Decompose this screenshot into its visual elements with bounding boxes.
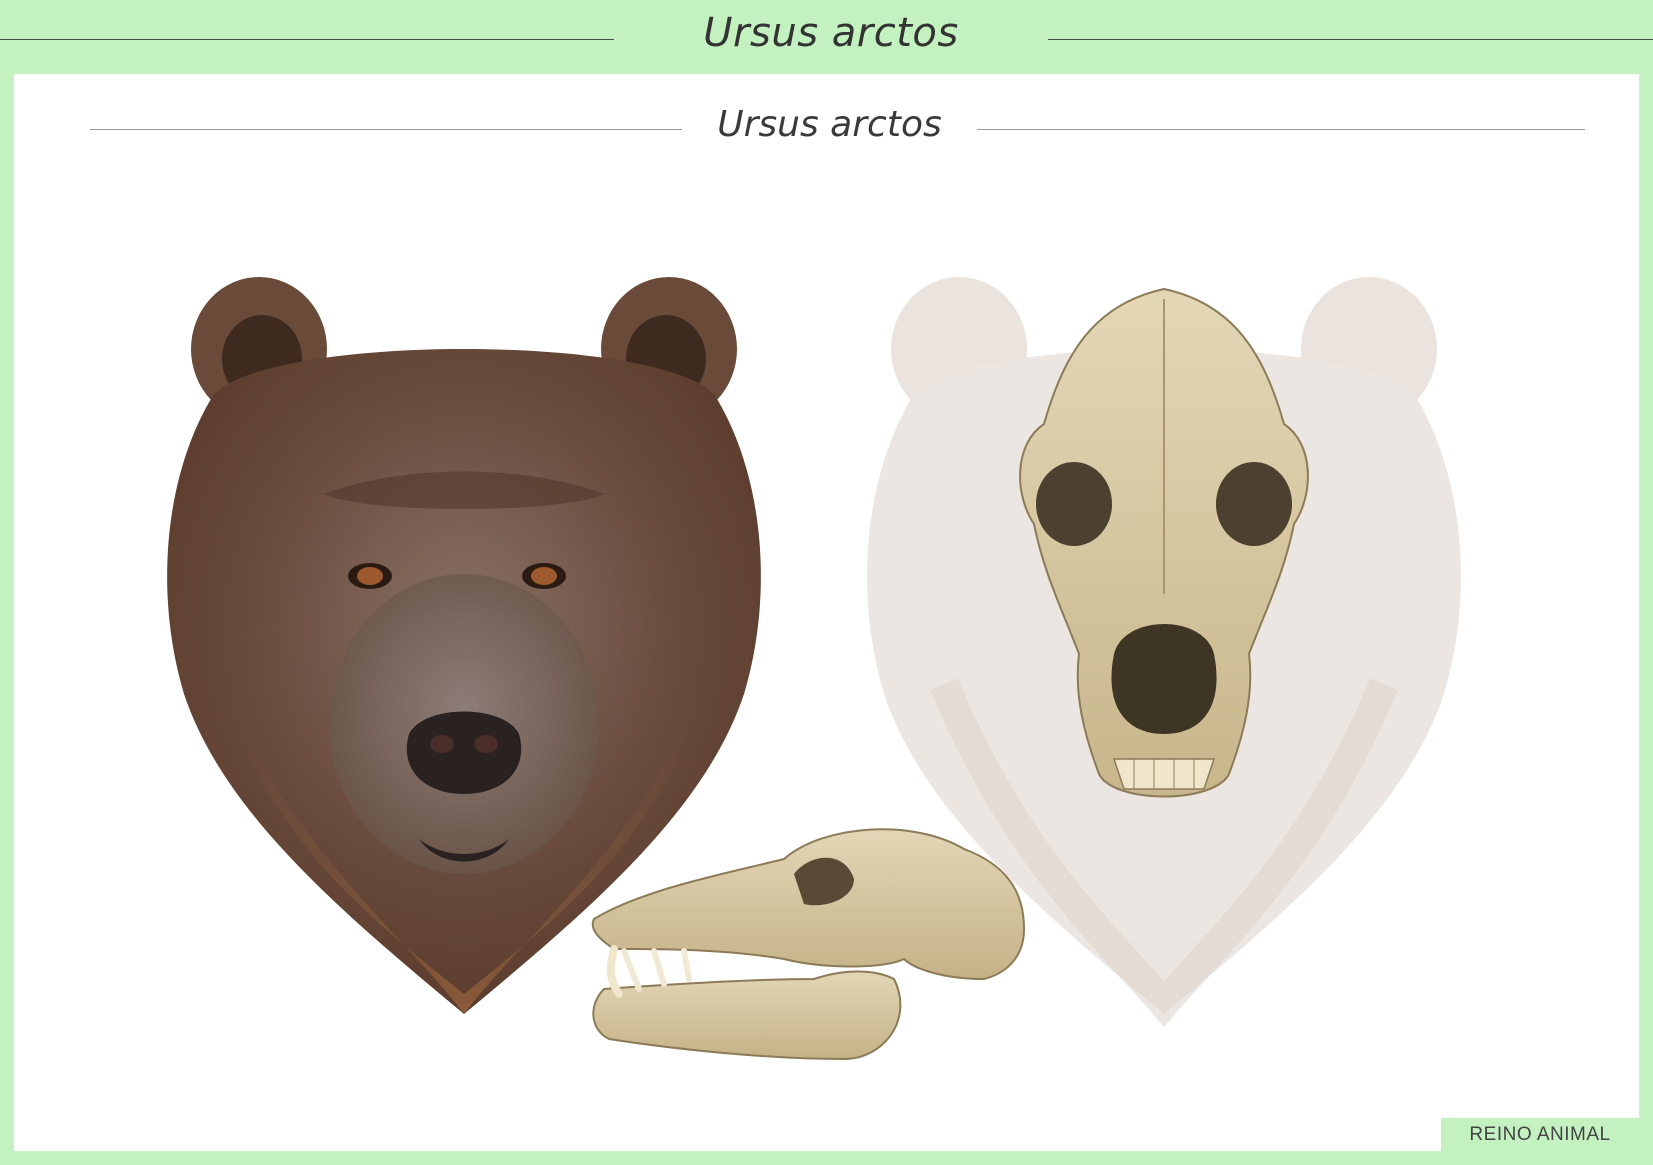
plate-rule-right xyxy=(977,129,1585,130)
plate-title: Ursus arctos xyxy=(717,104,942,145)
header-bar: Ursus arctos xyxy=(0,0,1653,74)
header-rule-left xyxy=(0,39,614,40)
plate-rule-left xyxy=(90,129,682,130)
header-rule-right xyxy=(1048,39,1653,40)
page-title: Ursus arctos xyxy=(703,10,959,56)
illustration-plate: Ursus arctos xyxy=(14,74,1639,1151)
footer-badge: REINO ANIMAL xyxy=(1441,1118,1639,1151)
skull-side-illustration xyxy=(591,828,1026,1061)
